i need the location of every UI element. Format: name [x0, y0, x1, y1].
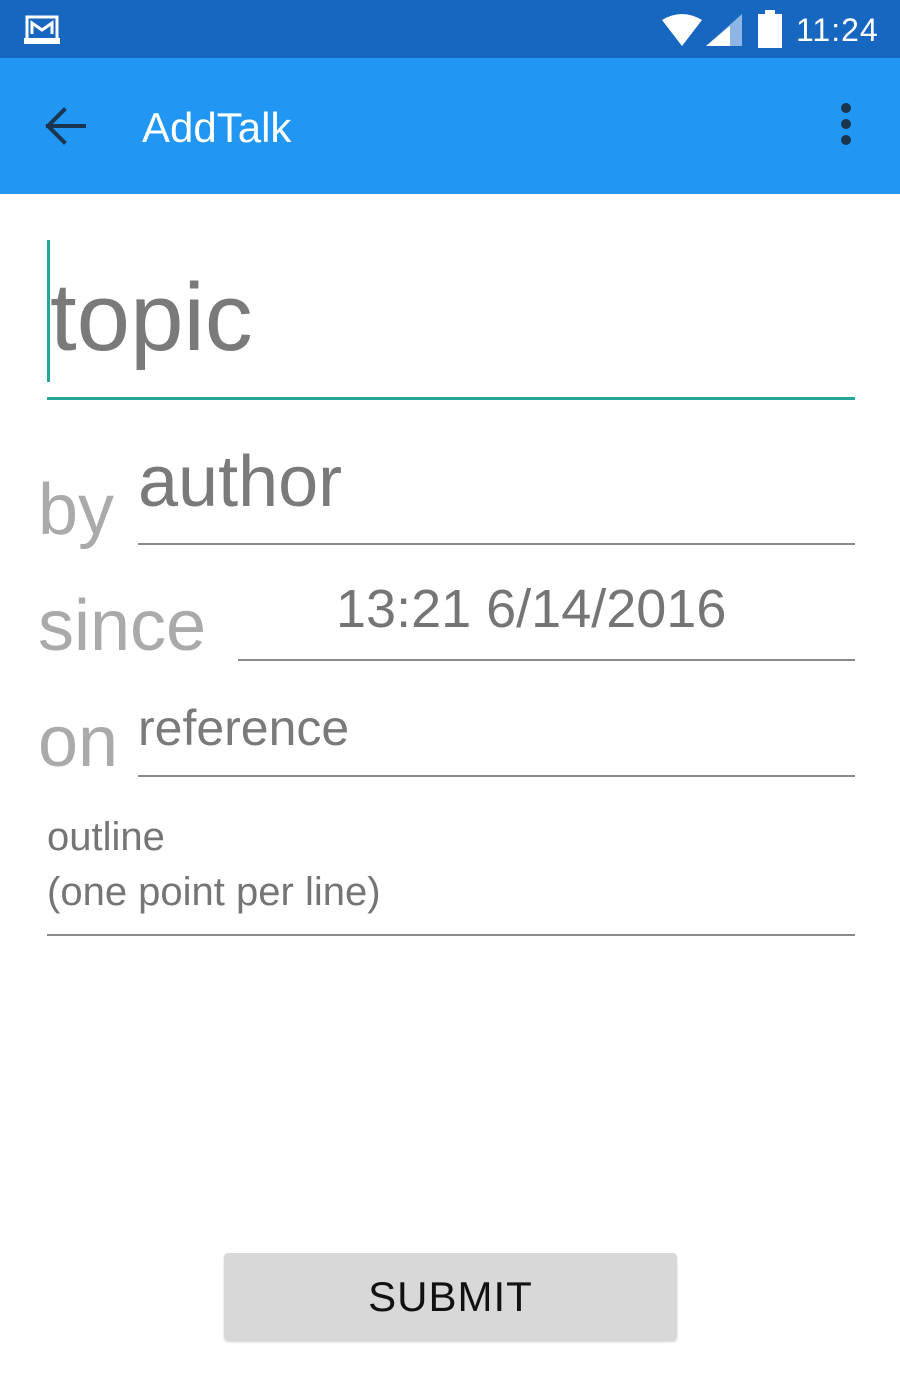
notification-icon	[24, 15, 60, 44]
author-input[interactable]: author	[138, 440, 342, 524]
author-underline	[138, 543, 855, 545]
battery-icon	[758, 10, 782, 48]
outline-placeholder-line1: outline	[47, 815, 165, 859]
outline-placeholder-line2: (one point per line)	[47, 870, 381, 914]
more-vert-icon	[841, 103, 851, 145]
status-clock: 11:24	[796, 12, 879, 48]
reference-underline	[138, 775, 855, 777]
overflow-menu-button[interactable]	[826, 98, 866, 154]
submit-button[interactable]: SUBMIT	[224, 1253, 677, 1340]
reference-input[interactable]: reference	[138, 698, 349, 758]
page-title: AddTalk	[142, 104, 292, 151]
since-label: since	[38, 586, 207, 666]
outline-underline	[47, 934, 855, 936]
on-label: on	[38, 702, 119, 782]
topic-underline	[47, 397, 855, 400]
arrow-back-icon	[45, 107, 86, 145]
back-button[interactable]	[34, 94, 98, 158]
by-label: by	[38, 470, 115, 550]
since-datetime-field[interactable]: 13:21 6/14/2016	[336, 576, 726, 642]
add-talk-screen: 11:24 AddTalk topic by author since 13:2…	[0, 0, 900, 1386]
topic-input[interactable]: topic	[50, 258, 253, 378]
since-underline	[238, 659, 855, 661]
outline-input[interactable]: outline (one point per line)	[47, 810, 381, 920]
wifi-icon	[662, 14, 702, 46]
signal-icon	[706, 14, 742, 46]
app-bar: AddTalk	[0, 58, 900, 194]
status-bar: 11:24	[0, 0, 900, 58]
